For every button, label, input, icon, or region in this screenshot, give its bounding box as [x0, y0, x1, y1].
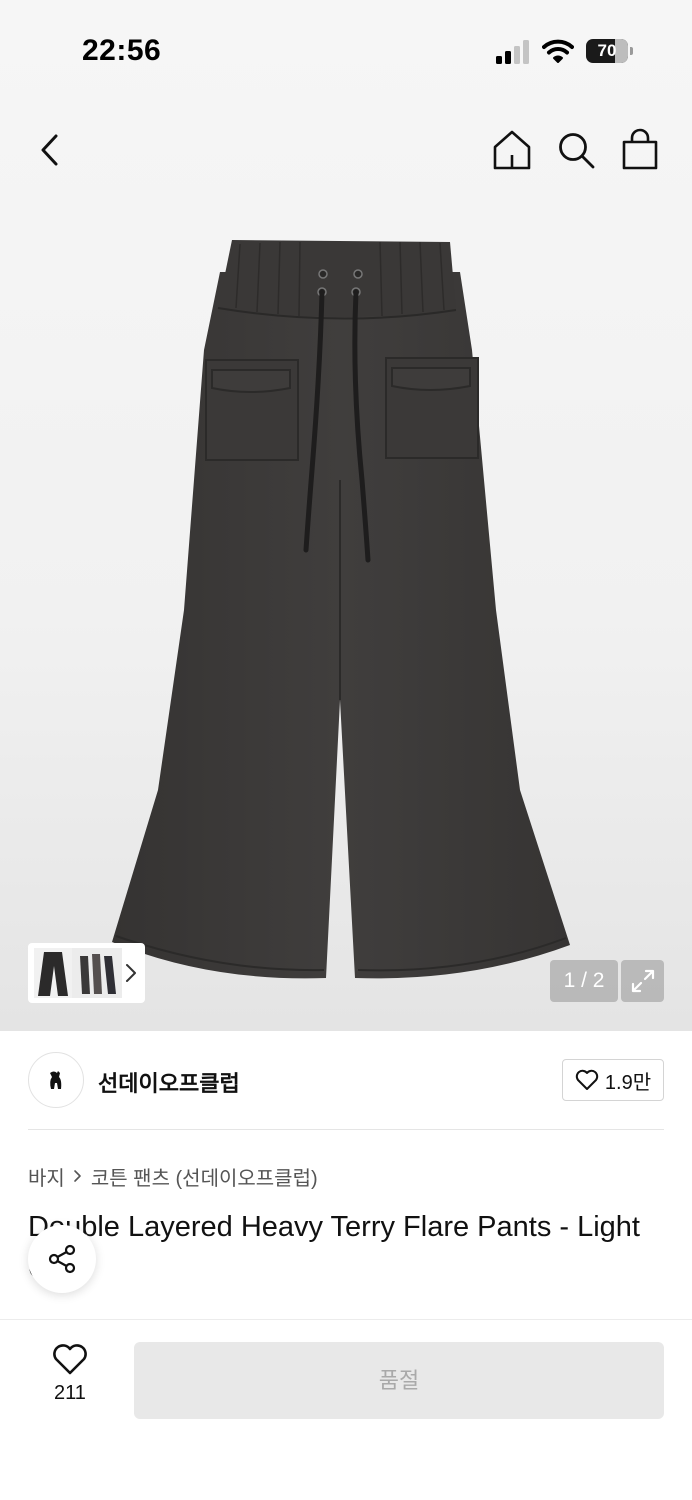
brand-logo[interactable] [28, 1052, 84, 1108]
soldout-button: 품절 [134, 1342, 664, 1419]
wishlist-count: 211 [54, 1382, 86, 1404]
product-image[interactable] [100, 230, 580, 990]
battery-level: 70 [597, 41, 617, 60]
back-icon [41, 134, 58, 166]
brand-row: 선데이오프클럽 1.9만 [28, 1052, 664, 1110]
brand-like-button[interactable]: 1.9만 [562, 1059, 664, 1101]
brand-like-count: 1.9만 [604, 1071, 652, 1094]
divider [28, 1129, 664, 1130]
signal-icon [496, 40, 529, 64]
chevron-right-icon [74, 1170, 81, 1182]
chevron-right-icon [126, 964, 136, 982]
breadcrumb-category[interactable]: 바지 [28, 1162, 65, 1191]
breadcrumb-subcategory[interactable]: 코튼 팬츠 (선데이오프클럽) [91, 1162, 318, 1191]
search-icon [559, 133, 595, 169]
brand-logo-icon [50, 1071, 62, 1089]
heart-icon [53, 1344, 87, 1375]
product-gallery[interactable]: 22:56 70 1 / 2 [0, 0, 692, 1031]
back-button[interactable] [30, 128, 70, 172]
wishlist-button[interactable]: 211 [30, 1344, 110, 1416]
share-button[interactable] [28, 1225, 96, 1293]
battery-icon: 70 [586, 39, 634, 63]
share-icon [48, 1244, 76, 1274]
fullscreen-button[interactable] [621, 960, 664, 1002]
expand-icon [631, 969, 654, 993]
breadcrumb: 바지 코튼 팬츠 (선데이오프클럽) [28, 1162, 318, 1190]
bottom-bar-divider [0, 1319, 692, 1320]
status-bar: 22:56 70 [0, 0, 692, 100]
product-title: Double Layered Heavy Terry Flare Pants -… [28, 1211, 640, 1285]
status-time: 22:56 [82, 34, 162, 67]
page-indicator: 1 / 2 [550, 960, 618, 1002]
brand-name[interactable]: 선데이오프클럽 [98, 1066, 240, 1098]
home-icon [493, 130, 531, 170]
heart-icon [575, 1069, 599, 1090]
thumbnail-image [34, 948, 122, 998]
wifi-icon [542, 39, 574, 63]
cart-button[interactable] [618, 128, 662, 172]
shopping-bag-icon [622, 128, 658, 170]
home-button[interactable] [490, 128, 534, 172]
search-button[interactable] [554, 128, 598, 172]
thumbnail-strip[interactable] [28, 943, 145, 1003]
